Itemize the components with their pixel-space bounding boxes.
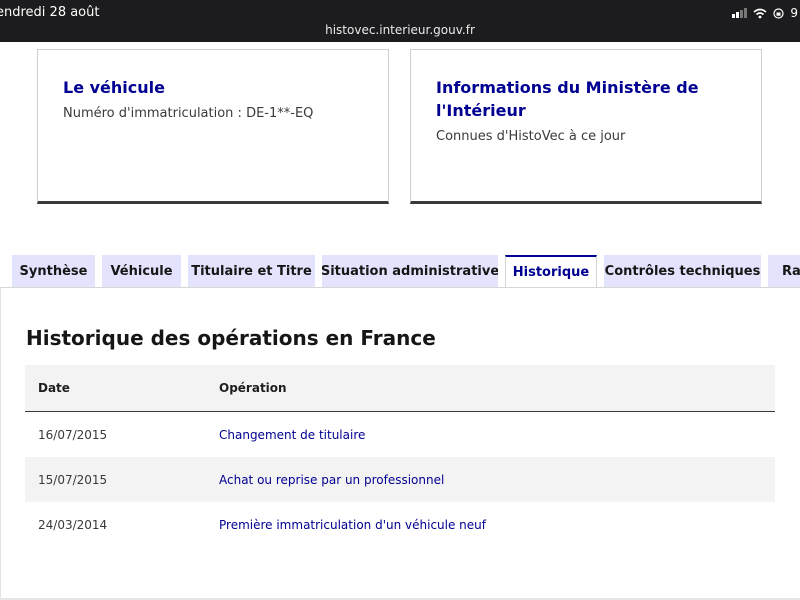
orientation-lock-icon xyxy=(773,7,784,19)
ministry-card-title: Informations du Ministère de l'Intérieur xyxy=(436,78,699,120)
tab-rapport[interactable]: Ra xyxy=(768,255,800,287)
tab-bar: Synthèse Véhicule Titulaire et Titre Sit… xyxy=(0,255,800,288)
status-bar: endredi 28 août histovec.interieur.gouv.… xyxy=(0,0,800,42)
column-header-operation: Opération xyxy=(219,381,287,395)
panel-border xyxy=(0,288,1,600)
tab-titulaire[interactable]: Titulaire et Titre xyxy=(188,255,315,287)
address-bar-url[interactable]: histovec.interieur.gouv.fr xyxy=(0,23,800,37)
ministry-info-card: Informations du Ministère de l'Intérieur… xyxy=(410,49,762,204)
history-title: Historique des opérations en France xyxy=(26,326,436,350)
ministry-card-text: Connues d'HistoVec à ce jour xyxy=(436,129,626,144)
row-date: 24/03/2014 xyxy=(38,518,108,532)
vehicle-card-title: Le véhicule xyxy=(63,78,165,97)
status-time: endredi 28 août xyxy=(0,5,100,20)
history-table: Date Opération 16/07/2015 Changement de … xyxy=(25,365,775,547)
table-row: 24/03/2014 Première immatriculation d'un… xyxy=(25,502,775,547)
tab-situation-administrative[interactable]: Situation administrative xyxy=(322,255,498,287)
table-row: 16/07/2015 Changement de titulaire xyxy=(25,412,775,457)
row-date: 16/07/2015 xyxy=(38,428,108,442)
battery-percentage: 9 xyxy=(790,6,798,20)
table-row: 15/07/2015 Achat ou reprise par un profe… xyxy=(25,457,775,502)
tab-synthese[interactable]: Synthèse xyxy=(12,255,95,287)
column-header-date: Date xyxy=(38,381,70,395)
tab-vehicule[interactable]: Véhicule xyxy=(102,255,181,287)
row-operation[interactable]: Changement de titulaire xyxy=(219,428,365,442)
signal-icon xyxy=(732,8,748,18)
status-icons: 9 xyxy=(732,6,798,20)
tab-controles-techniques[interactable]: Contrôles techniques xyxy=(604,255,761,287)
row-operation[interactable]: Première immatriculation d'un véhicule n… xyxy=(219,518,486,532)
table-header: Date Opération xyxy=(25,365,775,412)
row-operation[interactable]: Achat ou reprise par un professionnel xyxy=(219,473,444,487)
tab-historique[interactable]: Historique xyxy=(505,255,597,288)
vehicle-card: Le véhicule Numéro d'immatriculation : D… xyxy=(37,49,389,204)
wifi-icon xyxy=(753,8,767,18)
registration-number: Numéro d'immatriculation : DE-1**-EQ xyxy=(63,106,314,121)
row-date: 15/07/2015 xyxy=(38,473,108,487)
